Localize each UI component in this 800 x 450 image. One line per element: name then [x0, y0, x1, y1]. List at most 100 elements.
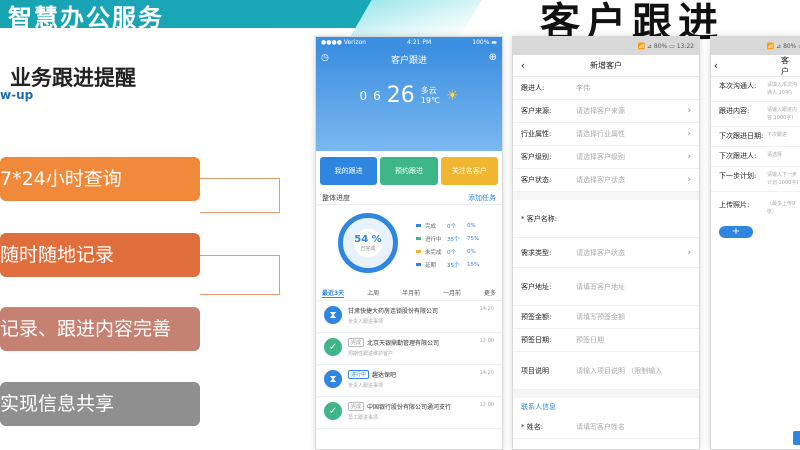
floating-button[interactable]: [793, 431, 800, 445]
feature-item: 7*24小时查询: [0, 157, 200, 201]
task-list: ⧗ 甘肃快捷大药房连锁股份有限公司 负责人跟进事项 14:20 ✓ 完成 北京天银鼎勤管理有…: [316, 301, 502, 429]
field-value: 请选择行业属性: [576, 130, 625, 138]
form-field[interactable]: 本次沟通人: 请填入本次沟通人 20字): [711, 77, 800, 102]
form-field[interactable]: 下次跟进日期: 下次跟进: [711, 127, 800, 147]
form-field[interactable]: 客户地址: 请填写客户地址: [513, 268, 699, 306]
task-tag: 完成: [348, 402, 365, 411]
task-title: 进行中 趣达保吧: [348, 370, 474, 379]
field-value: 请输入跟进内容 1000字): [767, 107, 798, 121]
task-name: 中国银行股份有限公司通河支行: [367, 404, 452, 411]
task-subtitle: 负责人跟进事项: [348, 319, 384, 325]
weather-hero: ◷ 客户跟进 ⊕ 0 6 26 多云 19℃ ☀: [316, 49, 502, 151]
legend-name: 未完成: [425, 249, 442, 256]
legend-swatch: [416, 250, 421, 253]
task-item[interactable]: ✓ 完成 中国银行股份有限公司通河支行 员工跟进事项 12:00: [316, 397, 502, 429]
form-field[interactable]: 需求类型: 请选择客户状态 ›: [513, 238, 699, 268]
screen-title: 客户跟进: [390, 56, 427, 66]
upload-row[interactable]: 上传照片: （最多上传9张）: [711, 196, 800, 220]
section-gap: [513, 390, 699, 398]
field-value: 请填入本次沟通人 20字): [767, 82, 798, 96]
task-title: 甘肃快捷大药房连锁股份有限公司: [348, 306, 474, 315]
form-field[interactable]: 预签金额: 请填写预签金额: [513, 306, 699, 329]
legend-percent: 0%: [467, 222, 476, 229]
contact-name-field[interactable]: * 姓名: 请填写客户姓名: [513, 416, 699, 439]
task-item[interactable]: ⧗ 甘肃快捷大药房连锁股份有限公司 负责人跟进事项 14:20: [316, 301, 502, 333]
task-name: 趣达保吧: [372, 372, 397, 379]
task-item[interactable]: ⧗ 进行中 趣达保吧 负责人跟进事项 14:20: [316, 365, 502, 397]
back-icon[interactable]: ‹: [711, 59, 721, 72]
task-subtitle: 周期性跟进维护客户: [348, 351, 394, 357]
legend-count: 35个: [447, 236, 460, 243]
field-label: 客户状态:: [521, 176, 552, 184]
task-time: 12:00: [479, 338, 494, 344]
legend-name: 完成: [425, 223, 437, 230]
form-field[interactable]: 行业属性: 请选择行业属性 ›: [513, 123, 699, 146]
form-field[interactable]: 跟进人: 李伟: [513, 77, 699, 100]
chevron-right-icon: ›: [687, 152, 691, 162]
field-label: 下一步计划:: [719, 172, 757, 180]
back-icon[interactable]: ‹: [513, 59, 533, 72]
field-label: 本次沟通人:: [719, 82, 757, 90]
key-customer-button[interactable]: 关注名客户: [440, 157, 498, 185]
field-value: 请选择客户来源: [576, 107, 625, 115]
time-tab[interactable]: 一月前: [443, 288, 461, 297]
legend-item: 延期 35个 15%: [416, 258, 483, 271]
header-band-tail: [348, 0, 482, 40]
field-label: 客户级别:: [521, 153, 552, 161]
scheduled-followup-button[interactable]: 预约跟进: [380, 157, 438, 185]
form-field[interactable]: 客户来源: 请选择客户来源 ›: [513, 100, 699, 123]
task-item[interactable]: ✓ 完成 北京天银鼎勤管理有限公司 周期性跟进维护客户 12:00: [316, 333, 502, 365]
status-bar: 📶 ⊿ 80% ▭: [711, 37, 800, 55]
task-body: 甘肃快捷大药房连锁股份有限公司 负责人跟进事项: [348, 306, 474, 327]
field-value: 请输入下一步计划 1000字): [767, 172, 799, 186]
time-tab[interactable]: 上周: [367, 288, 379, 297]
field-value: 请选择客户级别: [576, 153, 625, 161]
task-subtitle: 员工跟进事项: [348, 415, 379, 421]
check-icon: ✓: [324, 402, 342, 420]
battery-label: 100% ▬: [472, 39, 497, 46]
form-field[interactable]: 跟进内容: 请输入跟进内容 1000字): [711, 102, 800, 127]
sun-icon: ☀: [445, 87, 459, 104]
form-field[interactable]: 客户级别: 请选择客户级别 ›: [513, 146, 699, 169]
add-task-link[interactable]: 添加任务: [468, 193, 496, 203]
date-left: 0: [359, 88, 368, 103]
form-field[interactable]: 客户状态: 请选择客户状态 ›: [513, 169, 699, 192]
legend-item: 未完成 0个 0%: [416, 245, 483, 258]
field-value: 请选择客户状态: [576, 176, 625, 184]
form-field[interactable]: 下一步计划: 请输入下一步计划 1000字): [711, 167, 800, 192]
form-detail: * 客户名称: 需求类型: 请选择客户状态 › 客户地址: 请填写客户地址 预签金额: 请填写…: [513, 200, 699, 390]
add-photo-button[interactable]: +: [719, 226, 753, 238]
phone-followup-form: 📶 ⊿ 80% ▭ ‹ 客户 本次沟通人: 请填入本次沟通人 20字) 跟进内容: 请…: [710, 36, 800, 450]
nav-bar: ‹ 客户: [711, 55, 800, 77]
field-label: 预签日期:: [521, 336, 552, 344]
form-field[interactable]: 项目说明 请输入项目说明 （限制输入: [513, 352, 699, 390]
hourglass-icon: ⧗: [324, 306, 342, 324]
form-field[interactable]: 预签日期: 预签日期: [513, 329, 699, 352]
legend-name: 进行中: [425, 236, 442, 243]
section-gap: [513, 192, 699, 200]
weather-widget: 0 6 26 多云 19℃ ☀: [316, 83, 502, 108]
time-tab[interactable]: 更多: [484, 288, 496, 297]
hourglass-icon: ⧗: [324, 370, 342, 388]
form-field[interactable]: * 客户名称:: [513, 200, 699, 238]
task-body: 进行中 趣达保吧 负责人跟进事项: [348, 370, 474, 391]
field-value: 请输入项目说明 （限制输入: [576, 366, 663, 375]
task-tag: 完成: [348, 338, 365, 347]
time-tab[interactable]: 半月前: [402, 288, 420, 297]
progress-gauge: 54 % 已完成: [338, 213, 398, 273]
quick-actions: 我的跟进 预约跟进 关注名客户: [316, 151, 502, 191]
add-icon[interactable]: ⊕: [489, 52, 497, 63]
time-tab[interactable]: 最近3天: [322, 288, 345, 298]
task-body: 完成 中国银行股份有限公司通河支行员工跟进事项: [348, 402, 474, 423]
my-followup-button[interactable]: 我的跟进: [320, 157, 378, 185]
feature-item: 记录、跟进内容完善: [0, 307, 200, 351]
status-bar: 📶 ⊿ 80% ▭ 13:22: [513, 37, 699, 55]
legend-percent: 15%: [467, 261, 480, 268]
form-field[interactable]: 下次跟进人: 请选择: [711, 147, 800, 167]
date-right: 6: [373, 88, 381, 103]
field-label: 跟进内容:: [719, 107, 750, 115]
progress-legend: 完成 0个 0% 进行中 35个 75% 未完成 0个 0% 延期 35个 15%: [416, 219, 483, 271]
field-value: 请选择: [767, 152, 783, 158]
field-value: 请填写客户姓名: [576, 423, 625, 431]
time-label: 4:21 PM: [407, 39, 432, 46]
